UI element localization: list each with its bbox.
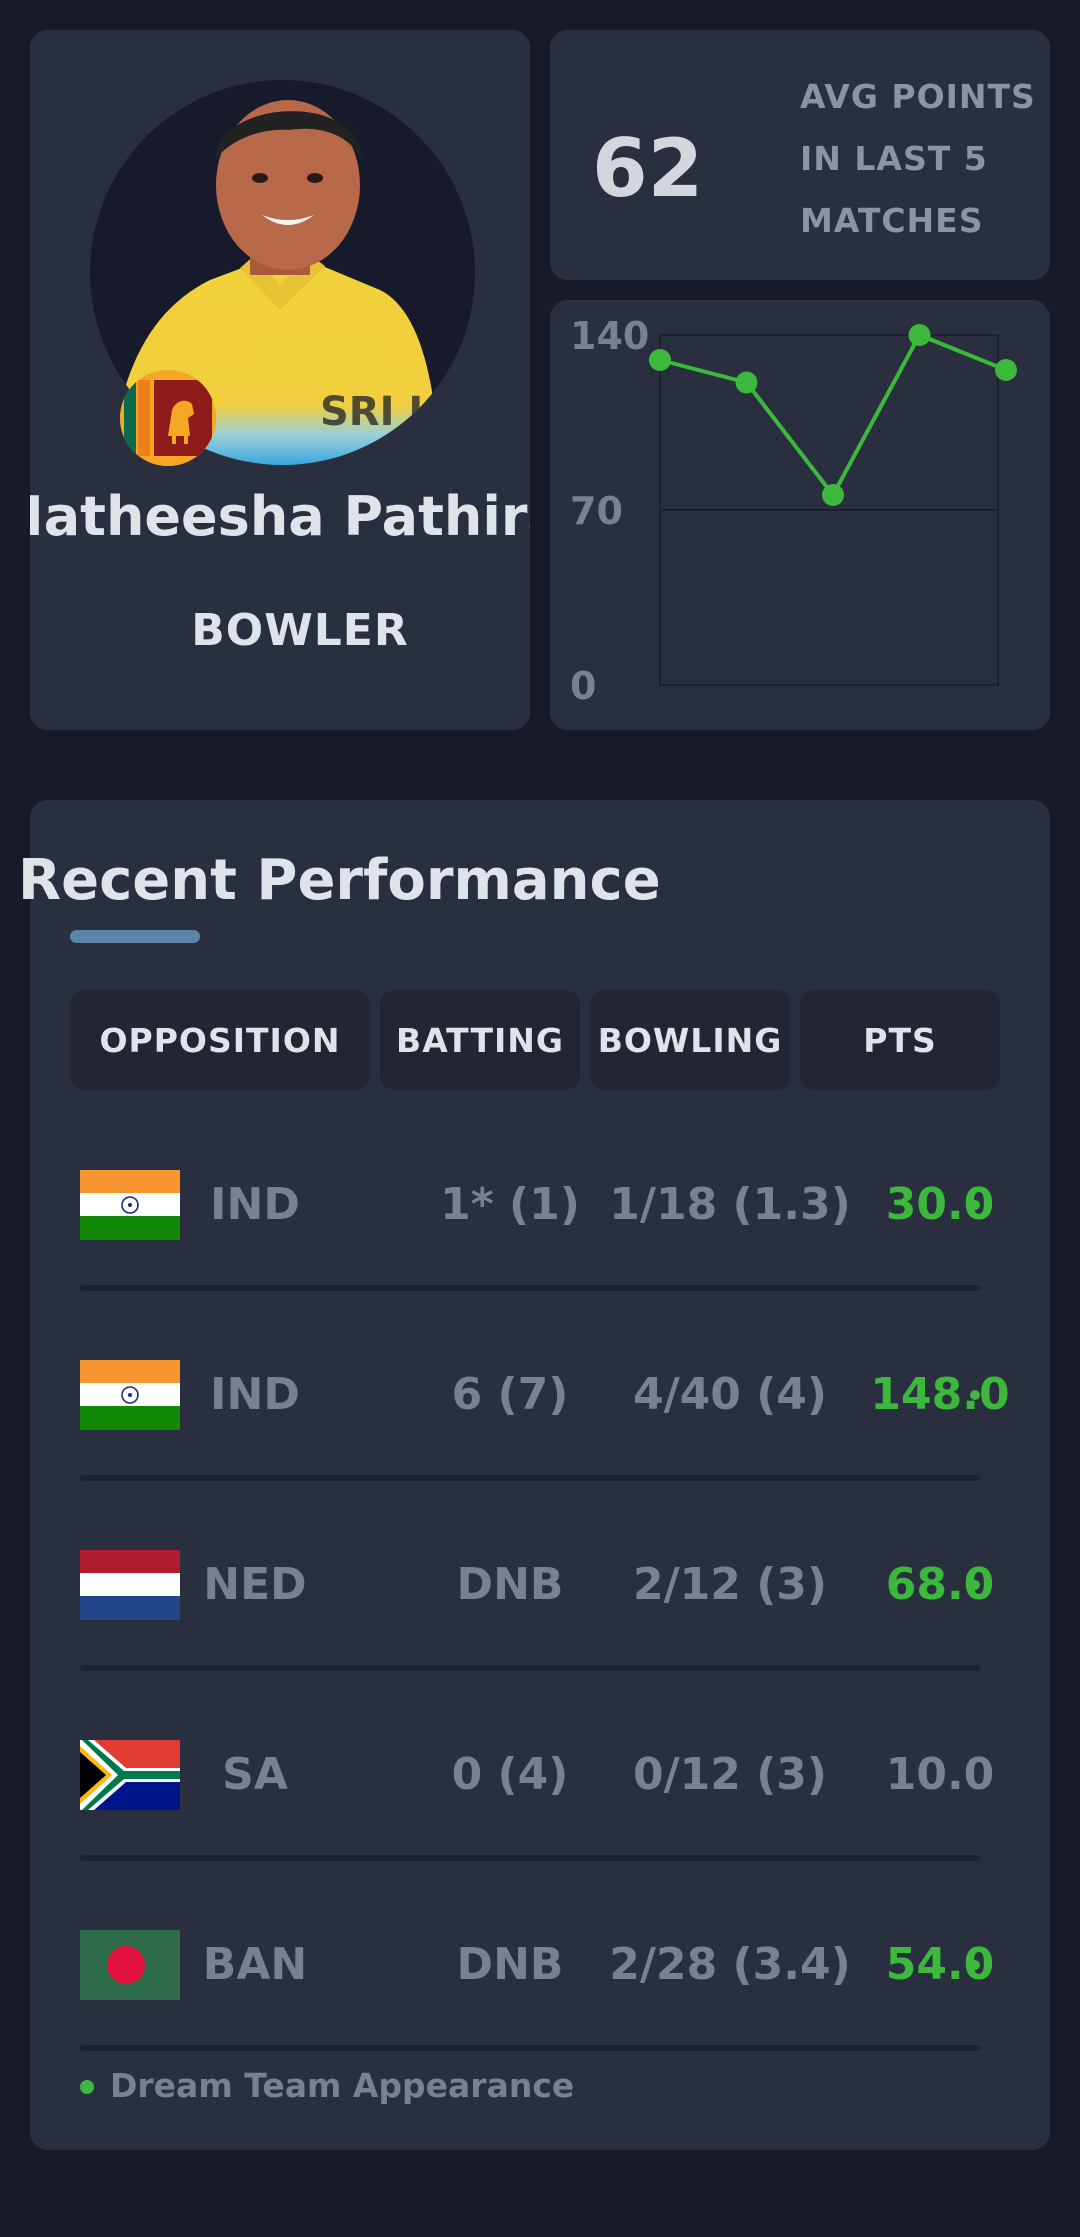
avg-points-value: 62: [592, 122, 704, 215]
header-pts[interactable]: PTS: [800, 990, 1000, 1090]
dream-team-dot: [970, 1580, 980, 1590]
series-line: [659, 333, 1007, 497]
row-divider: [80, 2045, 980, 2051]
player-profile-card: SRI L Matheesha Pathirana BOWLER: [30, 30, 530, 730]
section-title: Recent Performance: [18, 848, 661, 913]
avg-points-card: 62 AVG POINTS IN LAST 5 MATCHES: [550, 30, 1050, 280]
row-divider: [80, 1665, 980, 1671]
row-team: BAN: [202, 1939, 308, 1990]
player-role: BOWLER: [191, 605, 409, 656]
row-points: 68.0: [885, 1559, 995, 1610]
performance-row[interactable]: IND 6 (7) 4/40 (4) 148.0: [30, 1310, 1050, 1500]
south-africa-flag-icon: [80, 1740, 180, 1810]
legend-label: Dream Team Appearance: [110, 2066, 575, 2105]
row-points: 148.0: [870, 1369, 1010, 1420]
india-flag-icon: [80, 1360, 180, 1430]
row-divider: [80, 1475, 980, 1481]
row-divider: [80, 1855, 980, 1861]
bangladesh-flag-icon: [80, 1930, 180, 2000]
recent-performance-card: Recent Performance OPPOSITION BATTING BO…: [18, 800, 1050, 2150]
row-team: IND: [210, 1179, 300, 1230]
dream-team-dot: [970, 1960, 980, 1970]
points-chart-card: 140 70 0: [550, 300, 1050, 730]
header-bowling[interactable]: BOWLING: [590, 990, 790, 1090]
row-divider: [80, 1285, 980, 1291]
dream-team-dot: [970, 1200, 980, 1210]
header-batting[interactable]: BATTING: [380, 990, 580, 1090]
data-point: [908, 324, 931, 346]
data-point: [822, 484, 844, 506]
performance-row[interactable]: SA 0 (4) 0/12 (3) 10.0: [30, 1690, 1050, 1880]
row-team: IND: [210, 1369, 300, 1420]
svg-text:SRI L: SRI L: [320, 389, 434, 435]
netherlands-flag-icon: [80, 1550, 180, 1620]
data-point: [649, 349, 671, 371]
dream-team-dot: [970, 1390, 980, 1400]
row-points: 10.0: [885, 1749, 995, 1800]
india-flag-icon: [80, 1170, 180, 1240]
performance-row[interactable]: NED DNB 2/12 (3) 68.0: [30, 1500, 1050, 1690]
player-name: Matheesha Pathirana: [30, 485, 530, 548]
data-point: [995, 359, 1017, 381]
y-tick-label: 0: [570, 664, 596, 708]
header-opposition[interactable]: OPPOSITION: [70, 990, 370, 1090]
y-tick-label: 140: [570, 314, 649, 358]
y-tick-label: 70: [570, 489, 623, 533]
title-underline: [70, 930, 200, 943]
points-line-chart: 140 70 0: [570, 314, 1017, 708]
sri-lanka-flag-icon: [120, 370, 216, 466]
performance-row[interactable]: IND 1* (1) 1/18 (1.3) 30.0: [30, 1120, 1050, 1310]
row-team: NED: [203, 1559, 307, 1610]
performance-row[interactable]: BAN DNB 2/28 (3.4) 54.0: [30, 1880, 1050, 2070]
legend-dot-icon: [80, 2080, 94, 2094]
row-points: 30.0: [885, 1179, 995, 1230]
data-point: [735, 371, 758, 394]
row-team: SA: [222, 1749, 288, 1800]
avg-points-label: AVG POINTS IN LAST 5 MATCHES: [800, 77, 1036, 240]
row-points: 54.0: [885, 1939, 995, 1990]
